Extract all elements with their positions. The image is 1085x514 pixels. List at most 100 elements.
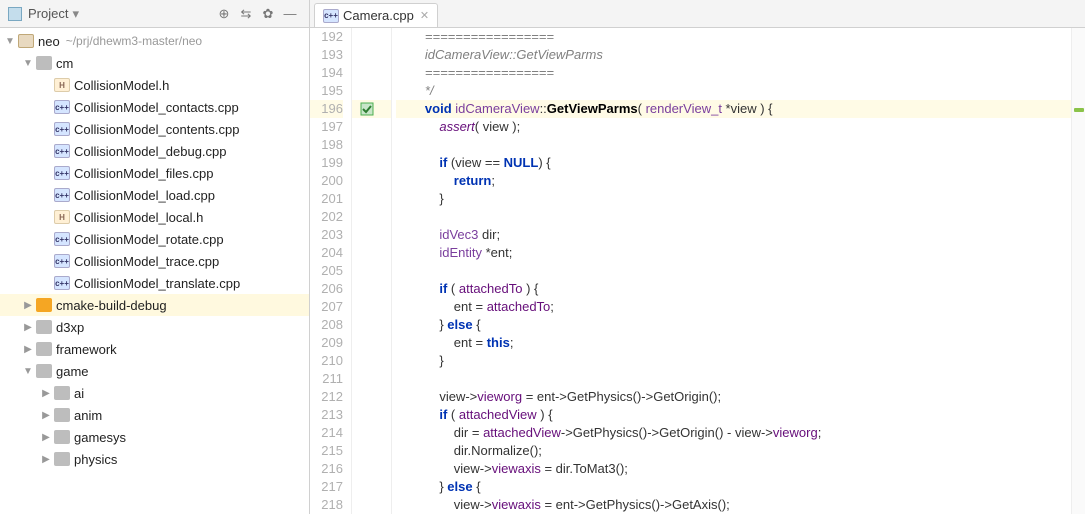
folder-icon [36,342,52,356]
expand-arrow[interactable]: ▼ [22,366,34,377]
node-label: game [56,364,89,379]
folder-icon [54,430,70,444]
scroll-marks [1071,28,1085,514]
node-label: cm [56,56,73,71]
line-gutter: 1921931941951961971981992002012022032042… [310,28,352,514]
expand-arrow[interactable]: ▶ [40,432,52,443]
expand-arrow[interactable]: ▶ [40,146,52,157]
folder-icon [54,386,70,400]
node-label: cmake-build-debug [56,298,167,313]
expand-arrow[interactable]: ▶ [40,278,52,289]
node-label: CollisionModel_debug.cpp [74,144,227,159]
cpp-icon: c++ [54,232,70,246]
tree-node[interactable]: ▶c++CollisionModel_rotate.cpp [0,228,309,250]
cpp-icon: c++ [54,254,70,268]
node-label: d3xp [56,320,84,335]
folder-icon [36,56,52,70]
tree-node[interactable]: ▶c++ CollisionModel_load.cpp [0,184,309,206]
expand-arrow[interactable]: ▶ [40,80,52,91]
tree-node[interactable]: ▶HCollisionModel_local.h [0,206,309,228]
node-label: CollisionModel_load.cpp [74,188,215,203]
tree-node[interactable]: ▶ physics [0,448,309,470]
expand-arrow[interactable]: ▶ [22,344,34,355]
folder-icon [54,452,70,466]
cpp-icon: c++ [323,9,339,23]
tree-node[interactable]: ▶ ai [0,382,309,404]
tree-node[interactable]: ▶c++ CollisionModel_contacts.cpp [0,96,309,118]
node-label: CollisionModel_files.cpp [74,166,213,181]
node-label: CollisionModel_translate.cpp [74,276,240,291]
target-icon[interactable]: ⊕ [213,3,235,25]
project-title: Project [28,6,68,21]
expand-arrow[interactable]: ▶ [40,454,52,465]
folder-icon [54,408,70,422]
project-icon [8,7,22,21]
expand-arrow[interactable]: ▼ [4,36,16,47]
tree-node[interactable]: ▶ framework [0,338,309,360]
node-label: CollisionModel_trace.cpp [74,254,219,269]
tree-node[interactable]: ▶c++ CollisionModel_files.cpp [0,162,309,184]
code-content[interactable]: ================= idCameraView::GetViewP… [392,28,1071,514]
node-label: anim [74,408,102,423]
close-icon[interactable]: ✕ [420,9,429,22]
expand-arrow[interactable]: ▶ [40,234,52,245]
node-label: gamesys [74,430,126,445]
expand-arrow[interactable]: ▶ [40,190,52,201]
cpp-icon: c++ [54,100,70,114]
expand-arrow[interactable]: ▶ [22,300,34,311]
expand-arrow[interactable]: ▶ [40,102,52,113]
change-mark [1074,108,1084,112]
expand-arrow[interactable]: ▶ [40,388,52,399]
tree-node[interactable]: ▶ gamesys [0,426,309,448]
expand-arrow[interactable]: ▶ [40,410,52,421]
tab-label: Camera.cpp [343,8,414,23]
node-label: CollisionModel_contents.cpp [74,122,239,137]
node-label: CollisionModel_contacts.cpp [74,100,239,115]
cpp-icon: c++ [54,276,70,290]
tree-node[interactable]: ▶c++ CollisionModel_contents.cpp [0,118,309,140]
expand-arrow[interactable]: ▶ [40,256,52,267]
project-tree[interactable]: ▼neo~/prj/dhewm3-master/neo▼cm▶HCollisio… [0,28,309,514]
folder-icon [36,364,52,378]
expand-arrow[interactable]: ▶ [40,168,52,179]
project-sidebar: Project ▾ ⊕ ⇆ ✿ — ▼ neo ~/prj/dhewm3-maste… [0,0,310,514]
tree-node[interactable]: ▶c++ CollisionModel_debug.cpp [0,140,309,162]
code-area: 1921931941951961971981992002012022032042… [310,28,1085,514]
project-header: Project ▾ ⊕ ⇆ ✿ — [0,0,309,28]
gutter-marks [352,28,392,514]
tree-node[interactable]: ▶ cmake-build-debug [0,294,309,316]
tree-node[interactable]: ▶ anim [0,404,309,426]
expand-arrow[interactable]: ▶ [22,322,34,333]
path-hint: ~/prj/dhewm3-master/neo [66,34,202,48]
tree-node[interactable]: ▶c++ CollisionModel_trace.cpp [0,250,309,272]
editor-pane: c++ Camera.cpp ✕ 19219319419519619719819… [310,0,1085,514]
collapse-icon[interactable]: ⇆ [235,3,257,25]
cpp-icon: c++ [54,122,70,136]
cpp-icon: c++ [54,188,70,202]
h-icon: H [54,78,70,92]
tree-node[interactable]: ▼ cm [0,52,309,74]
cpp-icon: c++ [54,144,70,158]
node-label: CollisionModel.h [74,78,169,93]
expand-arrow[interactable]: ▶ [40,124,52,135]
node-label: neo [38,34,60,49]
tree-node[interactable]: ▶c++ CollisionModel_translate.cpp [0,272,309,294]
tree-node[interactable]: ▶H CollisionModel.h [0,74,309,96]
folder-icon [18,34,34,48]
node-label: physics [74,452,117,467]
project-dropdown[interactable]: ▾ [72,6,79,22]
cpp-icon: c++ [54,166,70,180]
tree-node[interactable]: ▼ neo ~/prj/dhewm3-master/neo [0,30,309,52]
node-label: ai [74,386,84,401]
editor-tabs: c++ Camera.cpp ✕ [310,0,1085,28]
folder-icon [36,320,52,334]
node-label: framework [56,342,117,357]
expand-arrow[interactable]: ▶ [40,212,52,223]
node-label: CollisionModel_local.h [74,210,203,225]
hide-icon[interactable]: — [279,3,301,25]
expand-arrow[interactable]: ▼ [22,58,34,69]
tree-node[interactable]: ▼ game [0,360,309,382]
tree-node[interactable]: ▶ d3xp [0,316,309,338]
tab-camera-cpp[interactable]: c++ Camera.cpp ✕ [314,3,438,27]
gear-icon[interactable]: ✿ [257,3,279,25]
